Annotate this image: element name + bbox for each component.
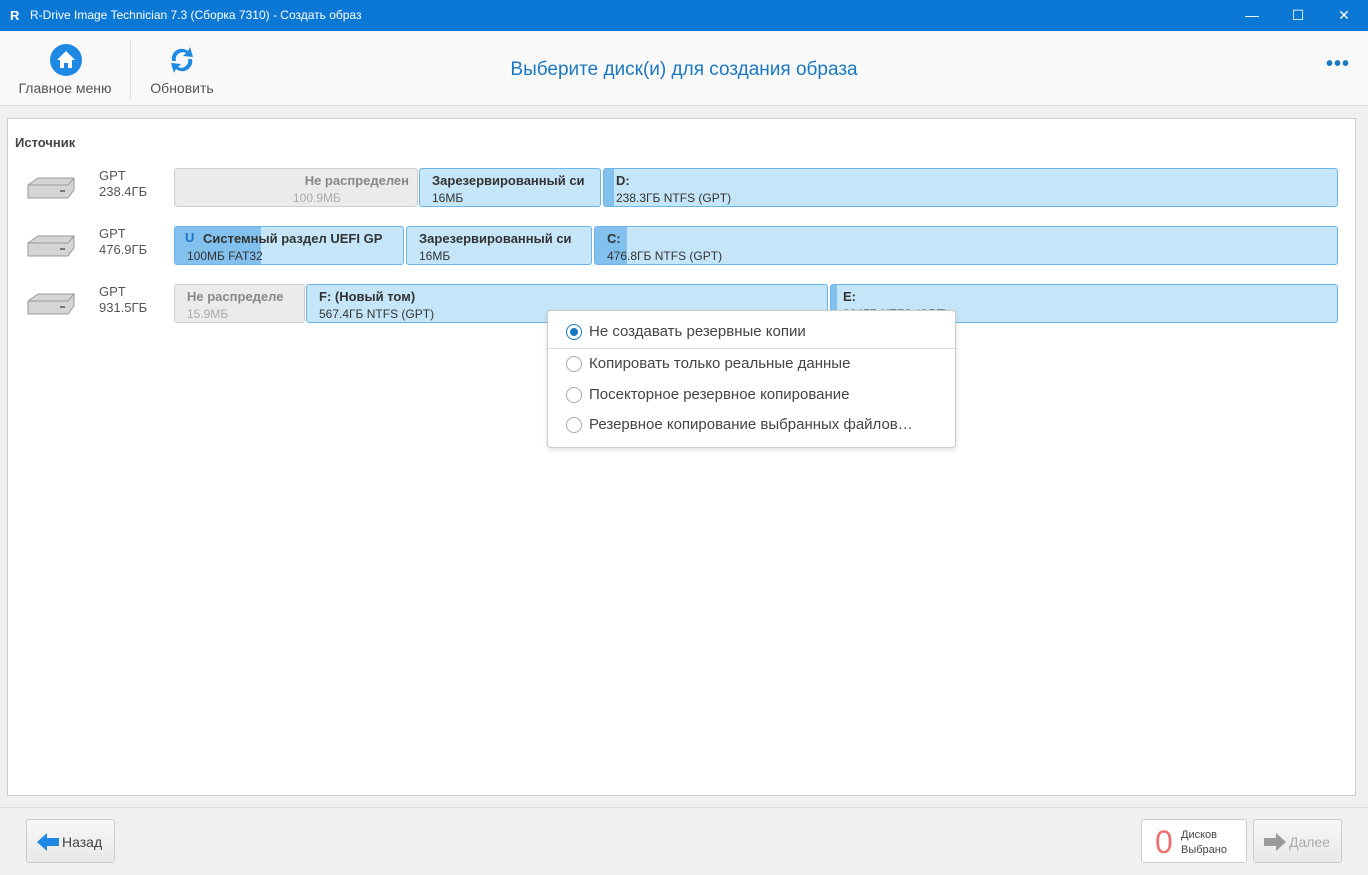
menu-option-used-data[interactable]: Копировать только реальные данные <box>548 349 955 379</box>
next-button[interactable]: Далее <box>1253 819 1342 863</box>
menu-option-selected-files[interactable]: Резервное копирование выбранных файлов… <box>548 410 955 440</box>
radio-selected-icon <box>566 324 582 340</box>
disk-info[interactable]: GPT 238.4ГБ <box>99 168 147 200</box>
next-label: Далее <box>1289 834 1331 850</box>
partition-unallocated[interactable]: Не распределе 15.9МБ <box>174 284 305 323</box>
partition-size: 15.9МБ <box>187 307 229 321</box>
count-label-1: Дисков <box>1181 829 1217 841</box>
partition-volume[interactable]: C: 476.8ГБ NTFS (GPT) <box>594 226 1338 265</box>
partition-size: 476.8ГБ NTFS (GPT) <box>607 249 723 263</box>
home-label: Главное меню <box>18 80 112 96</box>
app-logo: R <box>10 8 20 23</box>
partition-size: 567.4ГБ NTFS (GPT) <box>319 307 435 321</box>
radio-icon <box>566 356 582 372</box>
partition-size: 238.3ГБ NTFS (GPT) <box>616 191 732 205</box>
back-button[interactable]: Назад <box>26 819 115 863</box>
disk-icon <box>27 235 75 257</box>
shield-icon: U <box>185 230 195 245</box>
disk-icon <box>27 177 75 199</box>
option-label: Не создавать резервные копии <box>589 323 806 340</box>
count-label-2: Выбрано <box>1181 844 1227 856</box>
maximize-button[interactable]: ☐ <box>1275 0 1321 31</box>
partition-name: Не распределен <box>304 173 409 188</box>
partition-volume[interactable]: D: 238.3ГБ NTFS (GPT) <box>603 168 1338 207</box>
partition-reserved[interactable]: Зарезервированный си 16МБ <box>406 226 592 265</box>
arrow-left-icon <box>37 833 59 851</box>
more-options-button[interactable]: ••• <box>1326 53 1350 76</box>
partition-name: D: <box>616 173 630 188</box>
disk-icon <box>27 293 75 315</box>
option-label: Резервное копирование выбранных файлов… <box>589 416 913 433</box>
partition-reserved[interactable]: Зарезервированный си 16МБ <box>419 168 601 207</box>
close-button[interactable]: ✕ <box>1321 0 1367 31</box>
partition-size: 100МБ FAT32 <box>187 249 263 263</box>
partition-name: Зарезервированный си <box>432 173 585 188</box>
partition-unallocated[interactable]: Не распределен 100.9МБ <box>174 168 418 207</box>
disk-scheme: GPT <box>99 226 126 241</box>
selected-count: 0 <box>1155 824 1173 860</box>
partition-size: 16МБ <box>432 191 464 205</box>
disk-scheme: GPT <box>99 168 126 183</box>
main-panel: Источник GPT 238.4ГБ Не распределен 100.9… <box>7 118 1356 796</box>
menu-option-sector-by-sector[interactable]: Посекторное резервное копирование <box>548 380 955 410</box>
used-space-fill <box>604 169 614 206</box>
disk-scheme: GPT <box>99 284 126 299</box>
partition-name: Зарезервированный си <box>419 231 572 246</box>
disk-info[interactable]: GPT 931.5ГБ <box>99 284 147 316</box>
selected-count-badge: 0 Дисков Выбрано <box>1141 819 1247 863</box>
disk-size: 931.5ГБ <box>99 300 148 315</box>
partition-name: E: <box>843 289 856 304</box>
disk-info[interactable]: GPT 476.9ГБ <box>99 226 147 258</box>
arrow-right-icon <box>1264 833 1286 851</box>
radio-icon <box>566 387 582 403</box>
toolbar: Главное меню Обновить Выберите диск(и) д… <box>0 31 1368 106</box>
minimize-button[interactable]: — <box>1229 0 1275 31</box>
option-label: Посекторное резервное копирование <box>589 386 850 403</box>
partition-name: Системный раздел UEFI GP <box>203 231 383 246</box>
back-label: Назад <box>62 834 103 850</box>
page-title: Выберите диск(и) для создания образа <box>510 59 858 80</box>
backup-mode-menu: Не создавать резервные копии Копировать … <box>547 310 956 448</box>
partition-size: 100.9МБ <box>293 191 341 205</box>
partition-name: F: (Новый том) <box>319 289 416 304</box>
menu-option-no-backup[interactable]: Не создавать резервные копии <box>548 317 955 347</box>
partition-efi[interactable]: U Системный раздел UEFI GP 100МБ FAT32 <box>174 226 404 265</box>
option-label: Копировать только реальные данные <box>589 355 851 372</box>
title-bar: R R-Drive Image Technician 7.3 (Сборка 7… <box>0 0 1368 31</box>
disk-size: 238.4ГБ <box>99 184 148 199</box>
partition-name: Не распределе <box>187 289 284 304</box>
radio-icon <box>566 417 582 433</box>
partition-name: C: <box>607 231 621 246</box>
partition-size: 16МБ <box>419 249 451 263</box>
refresh-label: Обновить <box>150 80 214 96</box>
window-title: R-Drive Image Technician 7.3 (Сборка 731… <box>30 8 362 22</box>
disk-size: 476.9ГБ <box>99 242 148 257</box>
footer: Назад 0 Дисков Выбрано Далее <box>0 807 1368 875</box>
source-label: Источник <box>15 135 76 150</box>
